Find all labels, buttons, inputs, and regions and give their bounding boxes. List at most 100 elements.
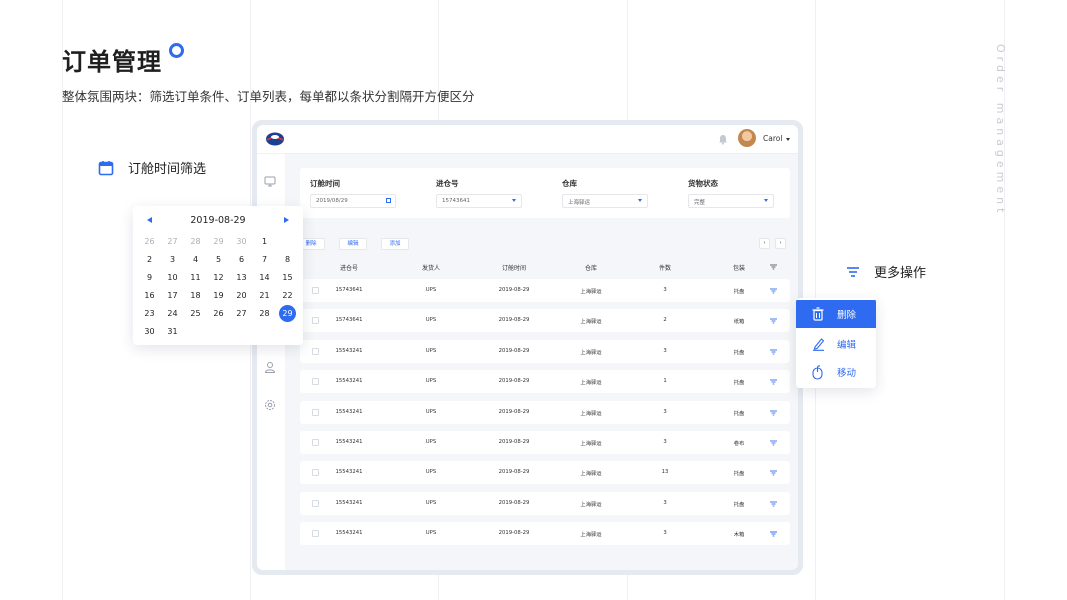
menu-item-edit[interactable]: 编辑	[796, 330, 876, 358]
row-more-icon[interactable]	[770, 470, 777, 476]
calendar-day[interactable]: 7	[253, 250, 276, 268]
menu-item-label: 删除	[837, 310, 857, 321]
row-more-icon[interactable]	[770, 410, 777, 416]
settings-icon[interactable]	[264, 399, 276, 411]
table-cell: 2019-08-29	[498, 378, 530, 385]
table-row[interactable]: 15543241 UPS 2019-08-29 上海驿运 1 托盘	[300, 370, 790, 394]
row-more-icon[interactable]	[770, 318, 777, 324]
menu-item-move[interactable]: 移动	[796, 358, 876, 386]
calendar-day[interactable]: 4	[184, 250, 207, 268]
row-more-icon[interactable]	[770, 288, 777, 294]
calendar-day-label: 22	[282, 290, 293, 300]
row-checkbox[interactable]	[312, 469, 319, 477]
table-row[interactable]: 15743641 UPS 2019-08-29 上海驿运 3 托盘	[300, 279, 790, 302]
table-cell: UPS	[425, 347, 437, 354]
logo-icon	[266, 132, 284, 146]
app-topbar: Carol	[257, 125, 798, 154]
filter-label: 订舱时间	[310, 179, 340, 188]
table-row[interactable]: 15543241 UPS 2019-08-29 上海驿运 3 卷布	[300, 431, 790, 454]
row-more-icon[interactable]	[770, 379, 777, 385]
row-checkbox[interactable]	[312, 499, 319, 507]
calendar-day-label: 13	[236, 272, 247, 282]
next-page-button[interactable]: ›	[775, 238, 786, 249]
column-header: 发货人	[421, 265, 441, 272]
calendar-day[interactable]: 31	[161, 322, 184, 340]
title-ring-icon	[169, 43, 184, 58]
table-row[interactable]: 15543241 UPS 2019-08-29 上海驿运 3 托盘	[300, 339, 790, 363]
calendar-day[interactable]: 28	[184, 232, 207, 250]
cargo-status-select[interactable]: 完整	[688, 194, 774, 208]
next-month-arrow-icon[interactable]	[284, 217, 289, 223]
calendar-day[interactable]: 29	[207, 232, 230, 250]
calendar-day[interactable]: 8	[276, 250, 299, 268]
row-checkbox[interactable]	[312, 347, 319, 355]
calendar-day[interactable]: 15	[276, 268, 299, 286]
calendar-day[interactable]: 9	[138, 268, 161, 286]
warehouse-select[interactable]: 上海驿运	[562, 194, 648, 208]
row-checkbox[interactable]	[312, 408, 319, 416]
calendar-day[interactable]: 30	[230, 232, 253, 250]
table-cell: 上海驿运	[580, 410, 602, 417]
calendar-day[interactable]: 22	[276, 286, 299, 304]
calendar-day[interactable]: 1	[253, 232, 276, 250]
calendar-day[interactable]: 26	[207, 304, 230, 322]
calendar-day[interactable]: 26	[138, 232, 161, 250]
page-title: 订单管理	[62, 48, 162, 76]
row-checkbox[interactable]	[312, 530, 319, 538]
table-row[interactable]: 15743641 UPS 2019-08-29 上海驿运 2 纸箱	[300, 309, 790, 333]
date-input[interactable]: 2019/08/29	[310, 194, 396, 208]
table-row[interactable]: 15543241 UPS 2019-08-29 上海驿运 3 托盘	[300, 491, 790, 515]
calendar-day[interactable]: 19	[207, 286, 230, 304]
menu-item-delete[interactable]: 删除	[796, 300, 876, 328]
row-checkbox[interactable]	[312, 439, 319, 446]
table-row[interactable]: 15543241 UPS 2019-08-29 上海驿运 13 托盘	[300, 461, 790, 485]
calendar-day[interactable]: 23	[138, 304, 161, 322]
calendar-day[interactable]: 6	[230, 250, 253, 268]
chevron-down-icon[interactable]	[786, 138, 790, 141]
column-filter-icon[interactable]	[770, 264, 777, 270]
calendar-day[interactable]: 5	[207, 250, 230, 268]
row-checkbox[interactable]	[312, 317, 319, 325]
row-more-icon[interactable]	[770, 531, 777, 537]
calendar-day[interactable]: 12	[207, 268, 230, 286]
calendar-day[interactable]: 25	[184, 304, 207, 322]
calendar-day[interactable]: 30	[138, 322, 161, 340]
calendar-day[interactable]: 13	[230, 268, 253, 286]
row-more-icon[interactable]	[770, 349, 777, 355]
calendar-day-label: 2	[146, 254, 153, 264]
calendar-day-selected[interactable]: 29	[276, 304, 299, 322]
calendar-day[interactable]: 3	[161, 250, 184, 268]
calendar-day[interactable]: 2	[138, 250, 161, 268]
row-checkbox[interactable]	[312, 378, 319, 386]
calendar-day[interactable]: 14	[253, 268, 276, 286]
table-row[interactable]: 15543241 UPS 2019-08-29 上海驿运 3 木箱	[300, 522, 790, 546]
calendar-day[interactable]: 16	[138, 286, 161, 304]
bell-icon[interactable]	[718, 134, 728, 145]
table-row[interactable]: 15543241 UPS 2019-08-29 上海驿运 3 托盘	[300, 400, 790, 424]
calendar-day[interactable]: 10	[161, 268, 184, 286]
user-icon[interactable]	[264, 361, 276, 373]
row-more-icon[interactable]	[770, 440, 777, 446]
calendar-day[interactable]: 11	[184, 268, 207, 286]
prev-page-button[interactable]: ‹	[759, 238, 770, 249]
calendar-day[interactable]: 27	[161, 232, 184, 250]
table-cell: 上海驿运	[580, 501, 602, 508]
calendar-day[interactable]: 21	[253, 286, 276, 304]
row-more-icon[interactable]	[770, 501, 777, 507]
calendar-day[interactable]: 24	[161, 304, 184, 322]
warehouse-no-select[interactable]: 15743641	[436, 194, 522, 208]
avatar[interactable]	[738, 129, 756, 147]
calendar-day-label: 29	[279, 304, 296, 322]
calendar-day[interactable]: 18	[184, 286, 207, 304]
edit-button[interactable]: 编辑	[339, 238, 367, 250]
calendar-day[interactable]: 28	[253, 304, 276, 322]
calendar-day[interactable]: 27	[230, 304, 253, 322]
add-button[interactable]: 添加	[381, 238, 409, 250]
monitor-icon[interactable]	[264, 176, 276, 187]
calendar-day[interactable]: 20	[230, 286, 253, 304]
calendar-day[interactable]: 17	[161, 286, 184, 304]
calendar-day-label: 4	[192, 254, 199, 264]
table-cell: 15543241	[335, 499, 363, 506]
row-checkbox[interactable]	[312, 287, 319, 294]
user-name[interactable]: Carol	[763, 134, 782, 143]
